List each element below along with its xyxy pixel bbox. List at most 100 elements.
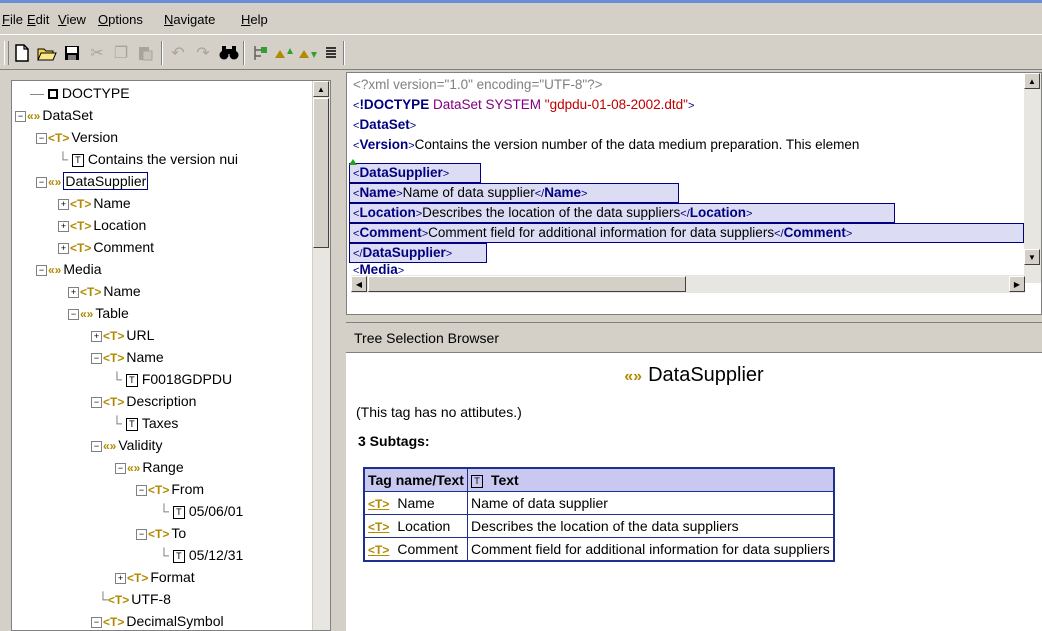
tree-node-description-text[interactable]: └ T Taxes [112,413,178,434]
subtag-link[interactable]: <T> Comment [363,537,468,562]
cut-icon[interactable]: ✂ [86,42,108,64]
menu-navigate[interactable]: Navigate [164,12,215,27]
text-element-icon[interactable]: <T> [368,520,389,534]
menu-view[interactable]: View [58,12,86,27]
tree-node-version[interactable]: − <T> Version [36,127,118,148]
scroll-thumb[interactable] [313,98,329,248]
xml-comment-line[interactable]: <Comment>Comment field for additional in… [353,223,852,243]
tree-node-decimalsymbol[interactable]: − <T> DecimalSymbol [91,611,224,630]
horizontal-splitter[interactable] [346,315,1042,322]
xml-location-line[interactable]: <Location>Describes the location of the … [353,203,752,223]
collapse-icon[interactable]: − [36,132,47,144]
tree-node-dataset[interactable]: − «» DataSet [15,105,93,126]
scroll-right-icon[interactable]: ▶ [1009,276,1025,292]
scroll-down-icon[interactable]: ▼ [1024,249,1040,265]
tree-node-table-name-text[interactable]: └ T F0018GDPDU [112,369,232,390]
version-open-tag: <Version> [353,137,415,152]
tree-icon[interactable] [249,42,271,64]
move-down-icon[interactable] [297,42,319,64]
toolbar-separator [243,41,245,65]
tree-node-url[interactable]: + <T> URL [91,325,154,346]
menu-options[interactable]: Options [98,12,143,27]
tree-node-table[interactable]: − «» Table [68,303,129,324]
text-element-icon[interactable]: <T> [368,497,389,511]
tree-node-validity[interactable]: − «» Validity [91,435,162,456]
element-tree[interactable]: — DOCTYPE − «» DataSet − <T> Version └ T Cont… [11,80,331,631]
tree-node-version-text[interactable]: └ T Contains the version nui [58,149,238,170]
menu-help[interactable]: Help [241,12,268,27]
vertical-splitter[interactable] [333,72,345,631]
menu-file[interactable]: File [2,12,23,27]
tree-node-table-name[interactable]: − <T> Name [91,347,164,368]
scroll-left-icon[interactable]: ◀ [351,276,367,292]
tree-node-from[interactable]: − <T> From [136,479,204,500]
expand-icon[interactable]: + [58,220,69,232]
find-icon[interactable] [218,42,240,64]
editor-vertical-scrollbar[interactable]: ▲ ▼ [1024,73,1041,283]
xml-datasupplier-line[interactable]: <DataSupplier> [353,163,449,183]
subtag-link[interactable]: <T> Name [363,491,468,515]
tree-node-format[interactable]: + <T> Format [115,567,195,588]
tree-node-description[interactable]: − <T> Description [91,391,196,412]
xml-version-line[interactable]: <Version>Contains the version number of … [353,135,859,155]
copy-icon[interactable]: ❐ [110,42,132,64]
collapse-icon[interactable]: − [91,396,102,408]
xml-dataset-line[interactable]: <DataSet> [353,115,416,135]
tree-node-to-text[interactable]: └ T 05/12/31 [159,545,243,566]
toolbar-separator [343,41,345,65]
tree-node-doctype[interactable]: — DOCTYPE [30,83,130,104]
text-element-icon[interactable]: <T> [368,543,389,557]
collapse-icon[interactable]: − [36,176,47,188]
xml-declaration[interactable]: <?xml version="1.0" encoding="UTF-8"?> [353,75,603,95]
scroll-thumb[interactable] [368,276,686,292]
collapse-icon[interactable]: − [68,308,79,320]
tree-node-range[interactable]: − «» Range [115,457,184,478]
collapse-icon[interactable]: − [36,264,47,276]
toolbar-grip[interactable] [4,41,9,65]
collapse-icon[interactable]: − [91,440,102,452]
paste-icon[interactable] [134,42,156,64]
collapse-icon[interactable]: − [91,352,102,364]
menu-help-label: elp [250,12,268,27]
expand-icon[interactable]: + [58,242,69,254]
open-folder-icon[interactable] [36,42,58,64]
collapse-icon[interactable]: − [136,528,147,540]
save-icon[interactable] [61,42,83,64]
editor-horizontal-scrollbar[interactable]: ◀ ▶ [351,275,1025,293]
expand-icon[interactable]: + [68,286,79,298]
collapse-icon[interactable]: − [15,110,26,122]
collapse-icon[interactable]: − [91,616,102,628]
scroll-up-icon[interactable]: ▲ [313,81,329,97]
datasupplier-close-tag-name: DataSupplier [362,245,446,260]
scroll-up-icon[interactable]: ▲ [1024,73,1040,89]
undo-icon[interactable]: ↶ [167,42,189,64]
collapse-icon[interactable]: − [115,462,126,474]
xml-doctype-line[interactable]: <!DOCTYPE DataSet SYSTEM "gdpdu-01-08-20… [353,95,694,115]
dataset-open-tag: <DataSet> [353,117,417,132]
xml-name-line[interactable]: <Name>Name of data supplier</Name> [353,183,587,203]
tree-node-to[interactable]: − <T> To [136,523,186,544]
tree-node-media[interactable]: − «» Media [36,259,102,280]
menu-navigate-accel: N [164,12,174,27]
list-icon[interactable] [320,42,342,64]
collapse-icon[interactable]: − [136,484,147,496]
tree-vertical-scrollbar[interactable]: ▲ [312,81,330,630]
move-up-icon[interactable] [273,42,295,64]
menu-edit[interactable]: Edit [27,12,49,27]
tree-node-datasupplier[interactable]: − «» DataSupplier [36,171,149,192]
tree-node-location[interactable]: + <T> Location [58,215,146,236]
tree-node-utf8[interactable]: └<T> UTF-8 [98,589,171,610]
xml-datasupplier-close-line[interactable]: </DataSupplier> [353,243,452,263]
new-file-icon[interactable] [11,42,33,64]
subtag-link[interactable]: <T> Location [363,514,468,538]
tree-node-media-name[interactable]: + <T> Name [68,281,141,302]
datasupplier-open-tag: <DataSupplier> [353,165,450,180]
xml-source-editor[interactable]: <?xml version="1.0" encoding="UTF-8"?> <… [346,72,1042,315]
expand-icon[interactable]: + [91,330,102,342]
tree-node-from-text[interactable]: └ T 05/06/01 [159,501,243,522]
expand-icon[interactable]: + [115,572,126,584]
tree-node-name[interactable]: + <T> Name [58,193,131,214]
tree-node-comment[interactable]: + <T> Comment [58,237,154,258]
expand-icon[interactable]: + [58,198,69,210]
redo-icon[interactable]: ↷ [192,42,214,64]
